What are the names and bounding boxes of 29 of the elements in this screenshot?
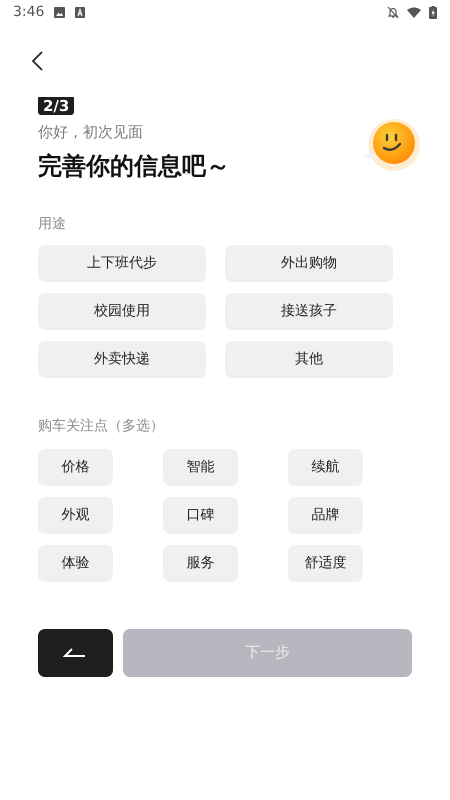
back-step-button[interactable]	[38, 628, 113, 676]
option-chip[interactable]: 智能	[163, 448, 238, 486]
status-time: 3:46	[13, 2, 44, 22]
option-chip[interactable]: 校园使用	[38, 292, 206, 330]
back-icon	[32, 51, 42, 71]
wifi-icon	[407, 6, 421, 18]
option-chip[interactable]: 外卖快递	[38, 340, 206, 378]
option-chip[interactable]: 服务	[163, 544, 238, 582]
image-icon	[54, 6, 66, 18]
option-chip[interactable]: 续航	[288, 448, 363, 486]
option-chip[interactable]: 外观	[38, 496, 113, 534]
option-chip[interactable]: 体验	[38, 544, 113, 582]
option-chip[interactable]: 口碑	[163, 496, 238, 534]
page-title: 完善你的信息吧～	[38, 150, 231, 182]
return-icon	[63, 648, 88, 658]
option-chip[interactable]: 接送孩子	[225, 292, 393, 330]
battery-icon	[429, 6, 437, 18]
mute-icon	[387, 6, 399, 18]
step-badge: 2/3	[38, 97, 74, 115]
letter-icon	[75, 6, 86, 18]
section-label: 用途	[38, 214, 67, 234]
greeting-text: 你好，初次见面	[38, 122, 144, 143]
option-chip[interactable]: 上下班代步	[38, 244, 206, 282]
option-chip[interactable]: 舒适度	[288, 544, 363, 582]
option-chip[interactable]: 价格	[38, 448, 113, 486]
section-label: 购车关注点（多选）	[38, 416, 165, 436]
option-chip[interactable]: 其他	[225, 340, 393, 378]
option-chip[interactable]: 外出购物	[225, 244, 393, 282]
option-chip[interactable]: 品牌	[288, 496, 363, 534]
